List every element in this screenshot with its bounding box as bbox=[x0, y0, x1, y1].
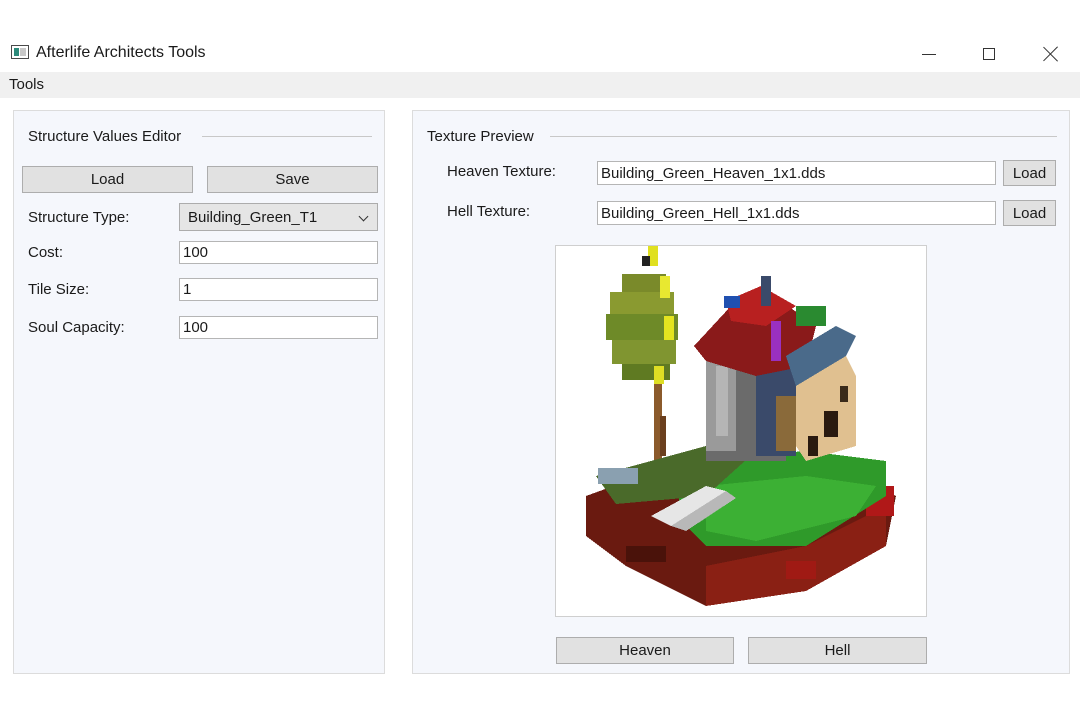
save-structure-button[interactable]: Save bbox=[207, 166, 378, 193]
tile-size-label: Tile Size: bbox=[28, 281, 90, 298]
load-structure-button[interactable]: Load bbox=[22, 166, 193, 193]
hell-texture-label: Hell Texture: bbox=[447, 203, 531, 220]
cost-input[interactable]: 100 bbox=[179, 241, 378, 264]
structure-editor-header: Structure Values Editor bbox=[28, 128, 182, 145]
group-divider bbox=[202, 136, 372, 137]
heaven-texture-input[interactable]: Building_Green_Heaven_1x1.dds bbox=[597, 161, 996, 185]
cost-label: Cost: bbox=[28, 244, 64, 261]
close-button[interactable] bbox=[1020, 36, 1080, 72]
heaven-toggle-button[interactable]: Heaven bbox=[556, 637, 734, 664]
texture-preview-header: Texture Preview bbox=[427, 128, 534, 145]
pixel-art-building-preview bbox=[586, 246, 896, 606]
maximize-icon bbox=[983, 48, 995, 60]
maximize-button[interactable] bbox=[958, 36, 1020, 72]
tile-size-input[interactable]: 1 bbox=[179, 278, 378, 301]
menu-bar: Tools bbox=[0, 72, 1080, 98]
texture-preview-image bbox=[555, 245, 927, 617]
structure-values-editor-panel: Structure Values Editor Load Save Struct… bbox=[13, 110, 385, 674]
hell-texture-input[interactable]: Building_Green_Hell_1x1.dds bbox=[597, 201, 996, 225]
structure-type-label: Structure Type: bbox=[28, 209, 130, 226]
hell-toggle-button[interactable]: Hell bbox=[748, 637, 927, 664]
structure-type-value: Building_Green_T1 bbox=[188, 208, 318, 226]
minimize-icon bbox=[922, 53, 936, 55]
menu-tools[interactable]: Tools bbox=[9, 76, 44, 93]
window-title: Afterlife Architects Tools bbox=[36, 44, 206, 61]
heaven-texture-label: Heaven Texture: bbox=[447, 163, 556, 180]
chevron-down-icon bbox=[358, 211, 369, 222]
group-divider bbox=[550, 136, 1057, 137]
app-window-icon bbox=[11, 45, 29, 59]
minimize-button[interactable] bbox=[898, 36, 960, 72]
structure-type-select[interactable]: Building_Green_T1 bbox=[179, 203, 378, 231]
soul-capacity-label: Soul Capacity: bbox=[28, 319, 125, 336]
title-bar: Afterlife Architects Tools bbox=[0, 36, 1080, 72]
load-heaven-texture-button[interactable]: Load bbox=[1003, 160, 1056, 186]
close-icon bbox=[1043, 46, 1059, 62]
load-hell-texture-button[interactable]: Load bbox=[1003, 200, 1056, 226]
soul-capacity-input[interactable]: 100 bbox=[179, 316, 378, 339]
